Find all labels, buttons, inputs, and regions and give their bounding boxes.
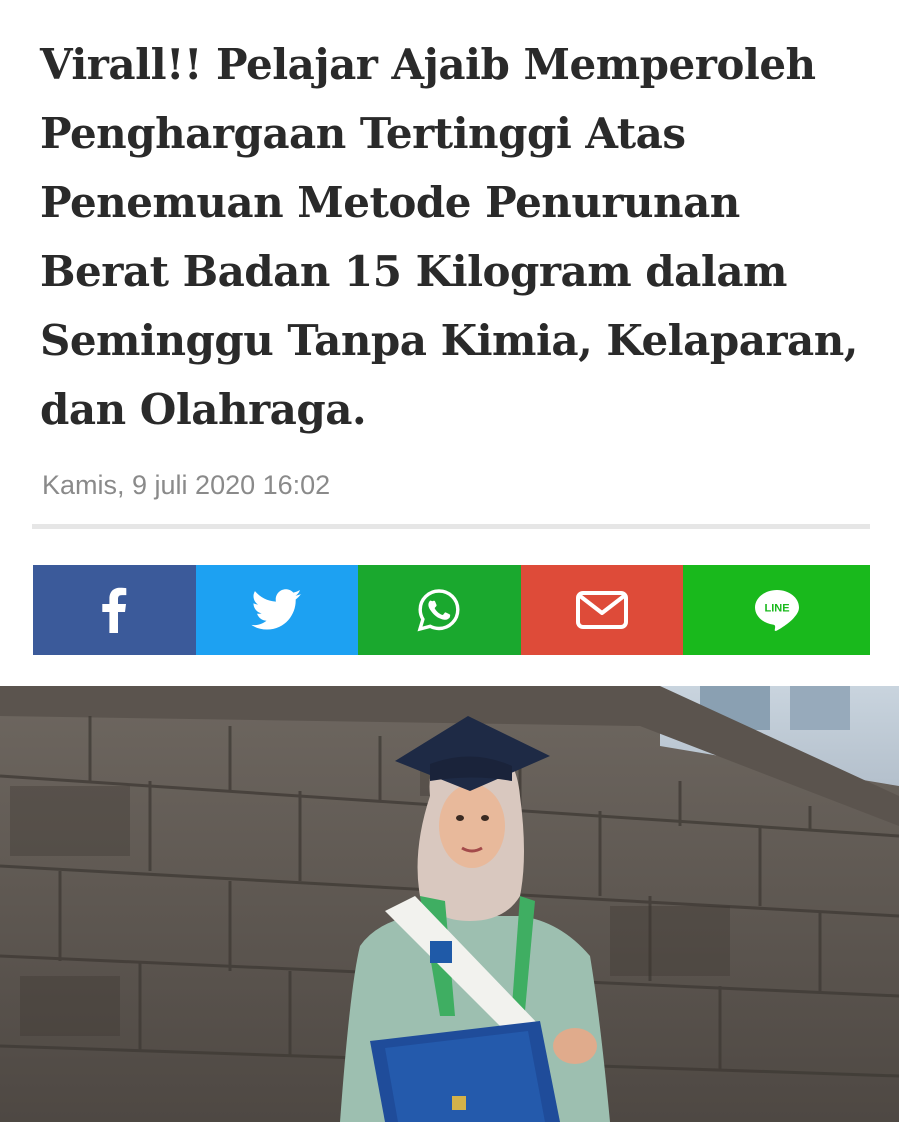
- share-email-button[interactable]: [520, 565, 684, 655]
- article-headline: Virall!! Pelajar Ajaib Memperoleh Pengha…: [40, 40, 858, 434]
- share-whatsapp-button[interactable]: [358, 565, 521, 655]
- share-line-button[interactable]: LINE: [683, 565, 871, 655]
- twitter-icon: [251, 589, 302, 630]
- share-twitter-button[interactable]: [195, 565, 359, 655]
- divider: [32, 524, 870, 529]
- share-bar: LINE: [33, 565, 871, 655]
- share-facebook-button[interactable]: [33, 565, 196, 655]
- envelope-icon: [575, 591, 628, 629]
- line-icon: LINE: [754, 590, 799, 631]
- article-photo: [0, 686, 899, 1122]
- whatsapp-icon: [417, 589, 460, 632]
- article-date: Kamis, 9 juli 2020 16:02: [42, 470, 331, 500]
- facebook-icon: [102, 587, 127, 633]
- line-label: LINE: [764, 603, 789, 615]
